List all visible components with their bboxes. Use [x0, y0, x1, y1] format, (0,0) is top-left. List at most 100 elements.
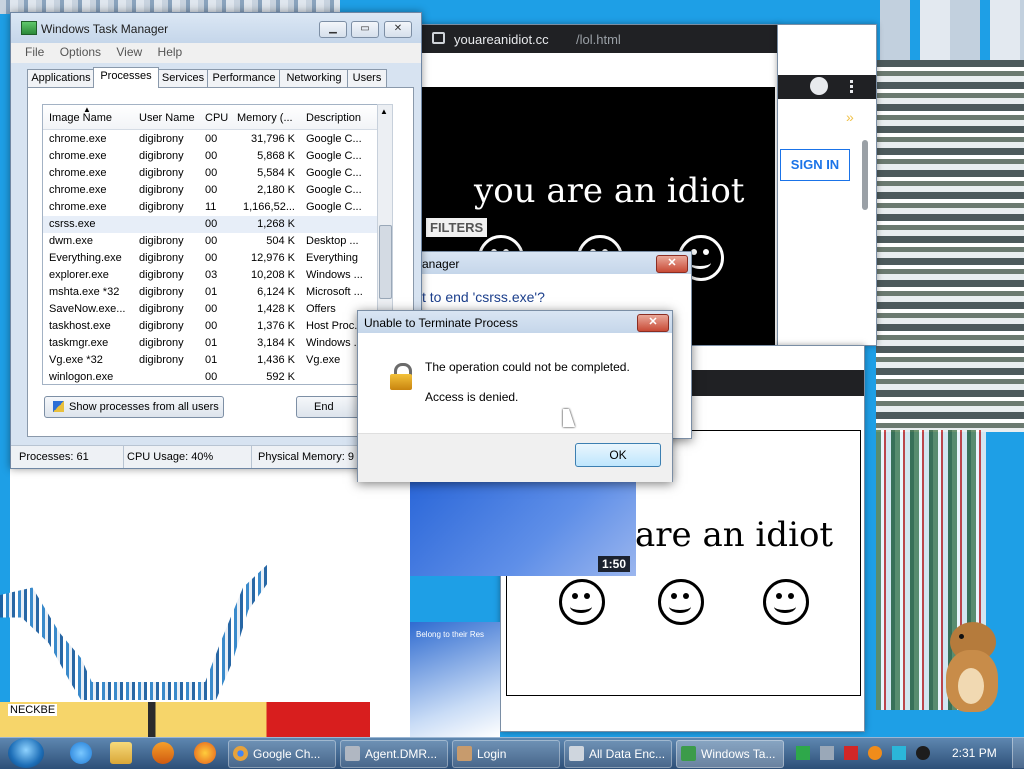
scroll-thumb[interactable] [379, 225, 392, 299]
firefox-icon[interactable] [194, 742, 216, 764]
tray-monitor-icon[interactable] [892, 746, 906, 760]
ok-button[interactable]: OK [575, 443, 661, 467]
menu-file[interactable]: File [19, 43, 50, 61]
document-icon [569, 746, 584, 761]
chevrons-icon[interactable]: » [846, 109, 854, 125]
filters-label[interactable]: FILTERS [426, 218, 488, 237]
table-row[interactable]: chrome.exe digibrony 00 5,868 K Google C... [43, 148, 377, 165]
taskbar-agent[interactable]: Agent.DMR... [340, 740, 448, 768]
table-row[interactable]: Everything.exe digibrony 00 12,976 K Everyth… [43, 250, 377, 267]
media-player-icon[interactable] [152, 742, 174, 764]
taskbar-login[interactable]: Login [452, 740, 560, 768]
cell-image: Everything.exe [49, 252, 122, 264]
tab-performance[interactable]: Performance [207, 69, 281, 87]
taskbar-chrome[interactable]: Google Ch... [228, 740, 336, 768]
cell-image: taskhost.exe [49, 320, 111, 332]
col-image-name[interactable]: Image Name [49, 112, 112, 124]
table-row[interactable]: chrome.exe digibrony 11 1,166,52... Google C… [43, 199, 377, 216]
sign-in-button[interactable]: SIGN IN [780, 149, 850, 181]
lock-warning-icon [390, 361, 412, 391]
tray-network-icon[interactable] [820, 746, 834, 760]
minimize-button[interactable]: ▁ [319, 21, 347, 38]
cell-cpu: 00 [205, 320, 218, 332]
vertical-scrollbar[interactable] [862, 140, 868, 210]
cell-cpu: 01 [205, 337, 218, 349]
cell-user: digibrony [139, 320, 184, 332]
table-row[interactable]: csrss.exe 00 1,268 K [43, 216, 377, 233]
table-row[interactable]: Vg.exe *32 digibrony 01 1,436 K Vg.exe [43, 352, 377, 369]
menu-help[interactable]: Help [152, 43, 189, 61]
table-row[interactable]: explorer.exe digibrony 03 10,208 K Windows .… [43, 267, 377, 284]
cell-cpu: 03 [205, 269, 218, 281]
taskbar-all-data[interactable]: All Data Enc... [564, 740, 672, 768]
end-process-button[interactable]: End Proce [296, 396, 360, 418]
table-row[interactable]: chrome.exe digibrony 00 2,180 K Google C... [43, 182, 377, 199]
table-row[interactable]: taskhost.exe digibrony 00 1,376 K Host Proc.… [43, 318, 377, 335]
cell-user: digibrony [139, 337, 184, 349]
scroll-up-arrow-icon[interactable]: ▲ [380, 107, 388, 116]
cell-mem: 504 K [266, 235, 295, 247]
tray-volume-icon[interactable] [916, 746, 930, 760]
cell-mem: 1,428 K [257, 303, 295, 315]
cell-mem: 10,208 K [250, 269, 295, 281]
status-processes: Processes: 61 [19, 451, 89, 463]
maximize-button[interactable]: ▭ [351, 21, 379, 38]
process-table-header: ▲ Image Name User Name CPU Memory (... D… [43, 105, 377, 130]
start-button[interactable] [8, 738, 44, 768]
hamster-image [944, 616, 1004, 716]
table-row[interactable]: winlogon.exe 00 592 K [43, 369, 377, 384]
table-row[interactable]: mshta.exe *32 digibrony 01 6,124 K Microsoft… [43, 284, 377, 301]
processes-panel: ▲ Image Name User Name CPU Memory (... D… [27, 87, 414, 437]
cell-user: digibrony [139, 133, 184, 145]
table-row[interactable]: taskmgr.exe digibrony 01 3,184 K Windows ... [43, 335, 377, 352]
cell-user: digibrony [139, 150, 184, 162]
tray-green-icon[interactable] [796, 746, 810, 760]
taskbar-all-data-label: All Data Enc... [589, 747, 666, 761]
explorer-folder-icon[interactable] [110, 742, 132, 764]
window-title: Windows Task Manager [41, 22, 169, 36]
browser-address-bar[interactable]: youareanidiot.cc /lol.html [414, 25, 778, 53]
cell-user: digibrony [139, 167, 184, 179]
menu-bar: File Options View Help [11, 43, 421, 63]
cell-desc: Offers [306, 303, 336, 315]
cell-mem: 6,124 K [257, 286, 295, 298]
table-row[interactable]: SaveNow.exe... digibrony 00 1,428 K Offers [43, 301, 377, 318]
error-close-button[interactable]: ✕ [637, 314, 669, 332]
table-row[interactable]: dwm.exe digibrony 00 504 K Desktop ... [43, 233, 377, 250]
show-desktop-button[interactable] [1012, 738, 1024, 768]
table-row[interactable]: chrome.exe digibrony 00 5,584 K Google C... [43, 165, 377, 182]
taskbar-task-manager[interactable]: Windows Ta... [676, 740, 784, 768]
error-dialog-title: Unable to Terminate Process [364, 316, 518, 330]
video-thumbnail[interactable]: 1:50 [410, 478, 636, 576]
task-manager-titlebar[interactable]: Windows Task Manager ▁ ▭ ✕ [11, 13, 421, 43]
tab-users[interactable]: Users [347, 69, 387, 87]
clock[interactable]: 2:31 PM [952, 746, 997, 760]
account-icon[interactable] [810, 77, 828, 95]
cell-desc: Vg.exe [306, 354, 341, 366]
ie-icon[interactable] [70, 742, 92, 764]
col-user-name[interactable]: User Name [139, 112, 195, 124]
cell-cpu: 00 [205, 133, 218, 145]
error-dialog-titlebar[interactable]: Unable to Terminate Process [358, 311, 672, 333]
cell-mem: 5,868 K [257, 150, 295, 162]
tab-services[interactable]: Services [157, 69, 209, 87]
col-memory[interactable]: Memory (... [237, 112, 293, 124]
show-all-processes-button[interactable]: Show processes from all users [44, 396, 224, 418]
cell-image: Vg.exe *32 [49, 354, 103, 366]
close-button[interactable]: ✕ [384, 21, 412, 38]
tray-antivirus-icon[interactable] [844, 746, 858, 760]
idiot-text-top: you are an idiot [474, 171, 745, 211]
tray-search-icon[interactable] [868, 746, 882, 760]
menu-view[interactable]: View [110, 43, 148, 61]
tab-applications[interactable]: Applications [27, 69, 95, 87]
confirm-close-button[interactable]: ✕ [656, 255, 688, 273]
tab-networking[interactable]: Networking [279, 69, 349, 87]
col-description[interactable]: Description [306, 112, 361, 124]
status-memory: Physical Memory: 9 [258, 451, 354, 463]
table-row[interactable]: chrome.exe digibrony 00 31,796 K Google C... [43, 131, 377, 148]
col-cpu[interactable]: CPU [205, 112, 228, 124]
menu-options[interactable]: Options [54, 43, 107, 61]
browser-window-signin: » SIGN IN [777, 24, 877, 346]
tab-processes[interactable]: Processes [93, 67, 159, 88]
chrome-menu-icon[interactable] [850, 80, 853, 93]
